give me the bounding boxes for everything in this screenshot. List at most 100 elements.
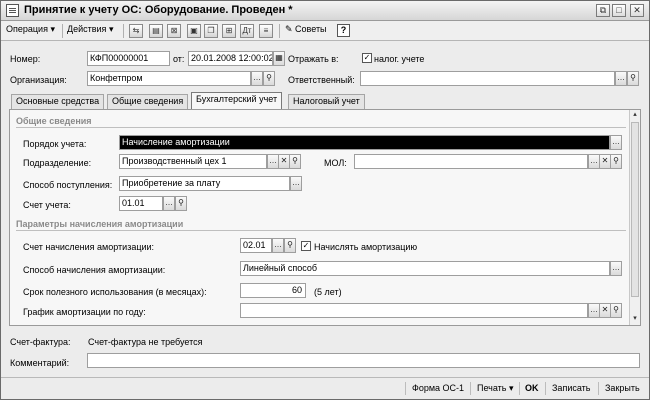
depreciation-method-field[interactable]: Линейный способ bbox=[240, 261, 610, 276]
receipt-method-label: Способ поступления: bbox=[23, 180, 113, 190]
toolbar-separator bbox=[62, 24, 63, 38]
bottom-separator bbox=[598, 382, 599, 395]
bottom-bar: Форма ОС-1 Печать ▾ OK Записать Закрыть bbox=[1, 377, 649, 399]
ok-button[interactable]: OK bbox=[525, 383, 539, 393]
date-from-label: от: bbox=[173, 54, 185, 64]
organization-label: Организация: bbox=[10, 75, 67, 85]
actions-menu-label: Действия bbox=[67, 24, 107, 34]
number-label: Номер: bbox=[10, 54, 41, 64]
responsible-field[interactable] bbox=[360, 71, 615, 86]
dt-kt-icon[interactable]: Дт bbox=[240, 24, 254, 38]
document-icon bbox=[6, 4, 19, 17]
toolbar-separator bbox=[279, 24, 280, 38]
open-search-icon[interactable]: ⚲ bbox=[627, 71, 639, 86]
select-ellipsis-icon[interactable]: … bbox=[290, 176, 302, 191]
schedule-label: График амортизации по году: bbox=[23, 307, 146, 317]
scroll-down-icon[interactable]: ▾ bbox=[630, 314, 640, 324]
depreciation-account-label: Счет начисления амортизации: bbox=[23, 242, 155, 252]
select-ellipsis-icon[interactable]: … bbox=[610, 261, 622, 276]
window-title: Принятие к учету ОС: Оборудование. Прове… bbox=[24, 4, 293, 16]
advice-label: Советы bbox=[295, 24, 327, 34]
bottom-separator bbox=[519, 382, 520, 395]
scroll-up-icon[interactable]: ▴ bbox=[630, 110, 640, 120]
open-search-icon[interactable]: ⚲ bbox=[175, 196, 187, 211]
bottom-separator bbox=[545, 382, 546, 395]
tab-accounting[interactable]: Бухгалтерский учет bbox=[191, 92, 283, 110]
useful-life-years: (5 лет) bbox=[314, 287, 342, 297]
tab-fixed-assets[interactable]: Основные средства bbox=[11, 94, 105, 109]
mol-label: МОЛ: bbox=[324, 158, 347, 168]
move-icon[interactable]: ⇆ bbox=[129, 24, 143, 38]
toolbar-separator bbox=[123, 24, 124, 38]
reflect-in-label: Отражать в: bbox=[288, 54, 339, 64]
mol-field[interactable] bbox=[354, 154, 588, 169]
bottom-separator bbox=[405, 382, 406, 395]
save-button[interactable]: Записать bbox=[552, 383, 590, 393]
organization-field[interactable]: Конфетпром bbox=[87, 71, 251, 86]
depreciation-method-label: Способ начисления амортизации: bbox=[23, 265, 166, 275]
operation-menu[interactable]: Операция ▾ bbox=[6, 24, 55, 35]
maximize-window-icon[interactable]: □ bbox=[612, 4, 626, 17]
bottom-separator bbox=[470, 382, 471, 395]
save-icon[interactable]: ▣ bbox=[187, 24, 201, 38]
restore-window-icon[interactable]: ⧉ bbox=[596, 4, 610, 17]
close-button[interactable]: Закрыть bbox=[605, 383, 640, 393]
calendar-icon[interactable]: ▦ bbox=[273, 51, 285, 66]
accrue-depreciation-checkbox[interactable]: ✓ bbox=[301, 241, 311, 251]
order-label: Порядок учета: bbox=[23, 139, 87, 149]
open-search-icon[interactable]: ⚲ bbox=[284, 238, 296, 253]
print-button[interactable]: Печать ▾ bbox=[477, 383, 514, 394]
form-os1-button[interactable]: Форма ОС-1 bbox=[412, 383, 464, 393]
schedule-field[interactable] bbox=[240, 303, 588, 318]
operation-menu-label: Операция bbox=[6, 24, 48, 34]
tax-accounting-label: налог. учете bbox=[374, 54, 425, 64]
division-label: Подразделение: bbox=[23, 158, 92, 168]
toolbar: Операция ▾ Действия ▾ ⇆ ▤ ⊠ ▣ ❐ ⊞ Дт ≡ ✎… bbox=[1, 21, 649, 41]
invoice-label: Счет-фактура: bbox=[10, 337, 71, 347]
useful-life-label: Срок полезного использования (в месяцах)… bbox=[23, 287, 207, 297]
help-button[interactable]: ? bbox=[337, 24, 350, 37]
tax-accounting-checkbox[interactable]: ✓ bbox=[362, 53, 372, 63]
tab-general-info[interactable]: Общие сведения bbox=[107, 94, 189, 109]
actions-menu[interactable]: Действия ▾ bbox=[67, 24, 113, 35]
title-bar: Принятие к учету ОС: Оборудование. Прове… bbox=[1, 1, 649, 21]
general-section-title: Общие сведения bbox=[16, 116, 92, 126]
document-window: Принятие к учету ОС: Оборудование. Прове… bbox=[0, 0, 650, 400]
receipt-method-field[interactable]: Приобретение за плату bbox=[119, 176, 290, 191]
select-ellipsis-icon[interactable]: … bbox=[251, 71, 263, 86]
copy-icon[interactable]: ❐ bbox=[204, 24, 218, 38]
responsible-label: Ответственный: bbox=[288, 75, 355, 85]
report-icon[interactable]: ≡ bbox=[259, 24, 273, 38]
comment-field[interactable] bbox=[87, 353, 640, 368]
account-field[interactable]: 01.01 bbox=[119, 196, 163, 211]
select-ellipsis-icon[interactable]: … bbox=[610, 135, 622, 150]
date-field[interactable]: 20.01.2008 12:00:02 bbox=[188, 51, 273, 66]
section-divider bbox=[16, 127, 626, 128]
order-field[interactable]: Начисление амортизации bbox=[119, 135, 610, 150]
advice-button[interactable]: ✎ Советы bbox=[285, 24, 327, 35]
scroll-thumb[interactable] bbox=[631, 122, 639, 297]
division-field[interactable]: Производственный цех 1 bbox=[119, 154, 267, 169]
select-ellipsis-icon[interactable]: … bbox=[615, 71, 627, 86]
open-search-icon[interactable]: ⚲ bbox=[289, 154, 301, 169]
useful-life-field[interactable]: 60 bbox=[240, 283, 306, 298]
post-document-icon[interactable]: ▤ bbox=[149, 24, 163, 38]
number-field[interactable]: КФП00000001 bbox=[87, 51, 170, 66]
select-ellipsis-icon[interactable]: … bbox=[163, 196, 175, 211]
depreciation-account-field[interactable]: 02.01 bbox=[240, 238, 272, 253]
unpost-document-icon[interactable]: ⊠ bbox=[167, 24, 181, 38]
open-search-icon[interactable]: ⚲ bbox=[610, 154, 622, 169]
open-search-icon[interactable]: ⚲ bbox=[610, 303, 622, 318]
select-ellipsis-icon[interactable]: … bbox=[272, 238, 284, 253]
tab-tax-accounting[interactable]: Налоговый учет bbox=[288, 94, 365, 109]
comment-label: Комментарий: bbox=[10, 358, 70, 368]
accrue-depreciation-label: Начислять амортизацию bbox=[314, 242, 418, 252]
account-label: Счет учета: bbox=[23, 200, 71, 210]
panel-scrollbar[interactable]: ▴ ▾ bbox=[629, 110, 640, 325]
close-window-icon[interactable]: ✕ bbox=[630, 4, 644, 17]
depreciation-section-title: Параметры начисления амортизации bbox=[16, 219, 184, 229]
section-divider bbox=[16, 230, 626, 231]
open-search-icon[interactable]: ⚲ bbox=[263, 71, 275, 86]
structure-icon[interactable]: ⊞ bbox=[222, 24, 236, 38]
invoice-value[interactable]: Счет-фактура не требуется bbox=[88, 337, 202, 347]
